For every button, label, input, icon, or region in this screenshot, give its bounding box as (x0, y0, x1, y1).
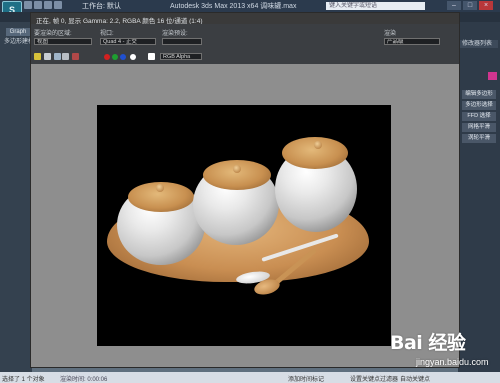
render-mode-label: 渲染 (384, 31, 397, 37)
red-channel-icon[interactable] (104, 54, 110, 60)
area-to-render-select[interactable]: 视图 (34, 38, 92, 45)
viewport-select[interactable]: Quad 4 - 正交 (100, 38, 156, 45)
save-icon[interactable] (34, 53, 41, 60)
workspace-dropdown[interactable]: 工作台: 默认 (82, 1, 121, 11)
key-filters-button[interactable]: 设置关键点过滤器 (350, 374, 398, 383)
modifier-meshsmooth[interactable]: 网格平滑 (462, 123, 496, 132)
modifier-turbosmooth[interactable]: 涡轮平滑 (462, 134, 496, 143)
baidu-watermark: Bai 经验 jingyan.baidu.com (388, 326, 498, 372)
window-controls: – □ × (445, 1, 493, 10)
open-file-icon[interactable] (34, 1, 42, 9)
clear-icon[interactable] (72, 53, 79, 60)
render-preset-select[interactable] (162, 38, 202, 45)
viewport-label: 视口: (100, 31, 114, 37)
auto-key-button[interactable]: 自动关键点 (400, 374, 430, 383)
channel-display-select[interactable]: RGB Alpha (160, 53, 202, 60)
alpha-channel-icon[interactable] (130, 54, 136, 60)
modifier-poly-select[interactable]: 多边形选择 (462, 101, 496, 110)
minimize-button[interactable]: – (447, 1, 461, 10)
blue-channel-icon[interactable] (120, 54, 126, 60)
knob-left (156, 184, 164, 192)
new-file-icon[interactable] (24, 1, 32, 9)
knob-right (314, 141, 322, 149)
object-color-swatch[interactable] (488, 72, 497, 80)
save-file-icon[interactable] (44, 1, 52, 9)
add-time-tag-button[interactable]: 添加时间标记 (288, 374, 324, 383)
green-channel-icon[interactable] (112, 54, 118, 60)
copy-icon[interactable] (44, 53, 51, 60)
selection-status: 选择了 1 个对象 (2, 377, 45, 383)
graph-button[interactable]: Graph (6, 28, 30, 36)
left-command-strip (0, 22, 32, 372)
mono-toggle-icon[interactable] (148, 53, 155, 60)
watermark-brand: Bai 经验 (390, 332, 466, 354)
app-title: Autodesk 3ds Max 2013 x64 调味罐.max (170, 3, 297, 10)
knob-middle (233, 165, 241, 173)
render-time-status: 渲染时间: 0:00:06 (60, 377, 108, 383)
clone-icon[interactable] (54, 53, 61, 60)
area-to-render-label: 要渲染的区域: (34, 31, 72, 37)
render-preset-label: 渲染预设: (162, 31, 188, 37)
close-button[interactable]: × (479, 1, 493, 10)
restore-button[interactable]: □ (463, 1, 477, 10)
undo-icon[interactable] (54, 1, 62, 9)
watermark-url: jingyan.baidu.com (416, 357, 489, 367)
search-input[interactable]: 键入关键字或短语 (326, 2, 425, 10)
modifier-ffd-select[interactable]: FFD 选择 (462, 112, 496, 121)
modifier-list-dropdown[interactable]: 修改器列表 (460, 40, 498, 48)
render-mode-select[interactable]: 产品级 (384, 38, 440, 45)
print-icon[interactable] (62, 53, 69, 60)
modifier-edit-poly[interactable]: 编辑多边形 (462, 90, 496, 99)
